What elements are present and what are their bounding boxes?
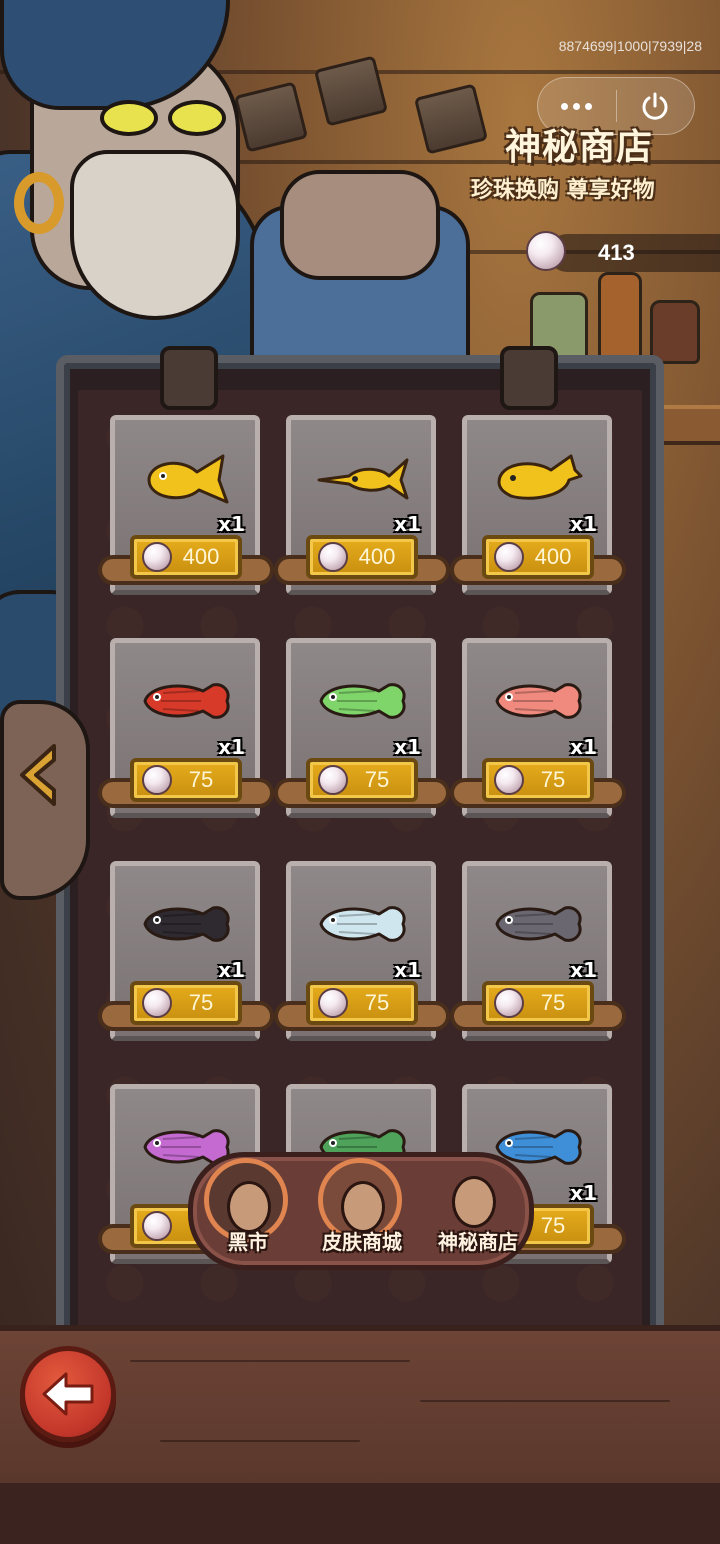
item-quantity: x1 bbox=[218, 958, 245, 982]
more-dots-icon bbox=[561, 102, 569, 110]
page-subtitle: 珍珠换购 尊享好物 bbox=[471, 178, 655, 203]
item-price: 75 bbox=[188, 990, 214, 1015]
buy-button[interactable]: 75 bbox=[482, 981, 594, 1025]
pearl-icon bbox=[494, 765, 524, 795]
debug-id: 8874699|1000|7939|28 bbox=[558, 38, 702, 54]
item-quantity: x1 bbox=[570, 1181, 597, 1205]
shopkeeper-eye bbox=[100, 100, 158, 136]
shopkeeper-eye bbox=[168, 100, 226, 136]
pearl-icon bbox=[526, 231, 566, 271]
floor-grain bbox=[130, 1360, 410, 1362]
buy-button[interactable]: 75 bbox=[130, 758, 242, 802]
item-price: 75 bbox=[540, 990, 566, 1015]
item-quantity: x1 bbox=[570, 958, 597, 982]
item-quantity: x1 bbox=[570, 512, 597, 536]
buy-button[interactable]: 400 bbox=[482, 535, 594, 579]
pearl-balance: 413 bbox=[598, 240, 635, 265]
floor-grain bbox=[160, 1440, 360, 1442]
item-quantity: x1 bbox=[394, 512, 421, 536]
buy-button[interactable]: 75 bbox=[306, 758, 418, 802]
item-price: 75 bbox=[364, 990, 390, 1015]
more-dot bbox=[585, 102, 593, 110]
tab-mystery-shop[interactable]: 神秘商店 bbox=[430, 1154, 526, 1264]
shopkeeper-earring bbox=[14, 172, 64, 234]
buy-button[interactable]: 75 bbox=[130, 981, 242, 1025]
shopkeeper-hand bbox=[280, 170, 440, 280]
golden-whale-icon bbox=[497, 454, 583, 500]
buy-button[interactable]: 400 bbox=[306, 535, 418, 579]
avatar-face bbox=[452, 1176, 496, 1228]
cabinet-hinge bbox=[160, 346, 218, 410]
item-price: 400 bbox=[358, 544, 396, 569]
back-button[interactable] bbox=[20, 1346, 116, 1442]
footer-strip bbox=[0, 1483, 720, 1544]
item-quantity: x1 bbox=[218, 735, 245, 759]
pearl-icon bbox=[318, 988, 348, 1018]
tab-skin-store[interactable]: 皮肤商城 bbox=[314, 1154, 410, 1264]
pearl-icon bbox=[318, 765, 348, 795]
pearl-icon bbox=[494, 988, 524, 1018]
side-arrow-icon[interactable] bbox=[14, 740, 62, 810]
tab-black-market[interactable]: 黑市 bbox=[200, 1154, 296, 1264]
tab-label: 黑市 bbox=[228, 1230, 268, 1254]
green-arowana-icon bbox=[319, 683, 406, 719]
bottle bbox=[598, 272, 642, 364]
red-arowana-icon bbox=[143, 683, 230, 719]
buy-button[interactable]: 75 bbox=[482, 758, 594, 802]
item-price: 75 bbox=[540, 767, 566, 792]
tab-label: 神秘商店 bbox=[438, 1230, 518, 1254]
pearl-icon bbox=[494, 542, 524, 572]
buy-button[interactable]: 75 bbox=[306, 981, 418, 1025]
more-dot bbox=[573, 102, 581, 110]
pink-arowana-icon bbox=[495, 683, 582, 719]
floor-grain bbox=[420, 1400, 670, 1402]
pearl-icon bbox=[142, 765, 172, 795]
item-quantity: x1 bbox=[394, 735, 421, 759]
pearl-icon bbox=[142, 1211, 172, 1241]
golden-swordfish-icon bbox=[317, 458, 409, 500]
item-price: 400 bbox=[534, 544, 572, 569]
silver-arowana-icon bbox=[319, 906, 406, 942]
golden-goldfish-icon bbox=[147, 454, 229, 504]
tab-label: 皮肤商城 bbox=[322, 1230, 402, 1254]
pearl-icon bbox=[142, 542, 172, 572]
item-quantity: x1 bbox=[570, 735, 597, 759]
page-title: 神秘商店 bbox=[505, 127, 654, 168]
black-arowana-icon bbox=[143, 906, 230, 942]
cabinet-hinge bbox=[500, 346, 558, 410]
item-quantity: x1 bbox=[394, 958, 421, 982]
shopkeeper-beard bbox=[70, 150, 240, 320]
item-price: 75 bbox=[188, 767, 214, 792]
pearl-icon bbox=[142, 988, 172, 1018]
item-price: 75 bbox=[364, 767, 390, 792]
bottle bbox=[650, 300, 700, 364]
item-price: 400 bbox=[182, 544, 220, 569]
arrow-left-icon bbox=[42, 1372, 94, 1416]
item-quantity: x1 bbox=[218, 512, 245, 536]
power-icon bbox=[642, 92, 668, 120]
black-white-arowana-icon bbox=[495, 906, 582, 942]
pearl-icon bbox=[318, 542, 348, 572]
buy-button[interactable]: 400 bbox=[130, 535, 242, 579]
